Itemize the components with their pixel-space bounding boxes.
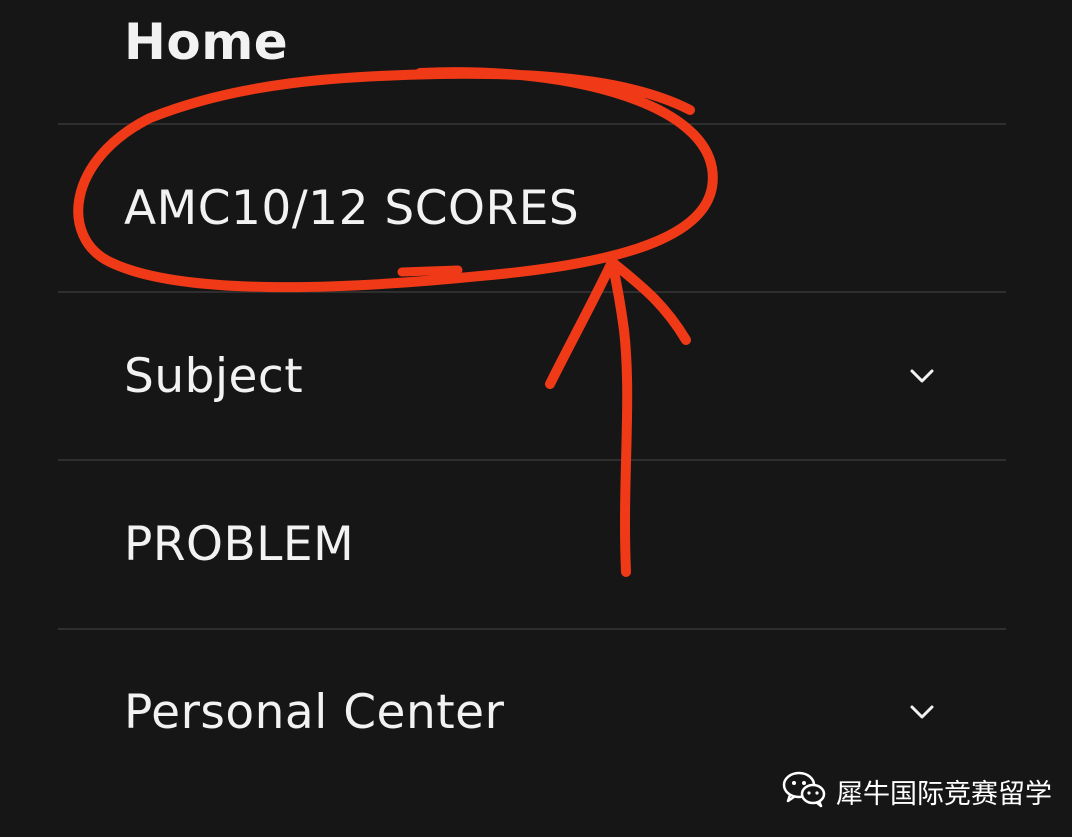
navigation-menu: Home AMC10/12 SCORES Subject PROBLEM Per… <box>58 0 1006 837</box>
wechat-icon <box>782 770 826 812</box>
menu-item-label: Subject <box>124 348 304 404</box>
menu-item-label: PROBLEM <box>124 516 355 572</box>
watermark: 犀牛国际竞赛留学 <box>782 766 1052 816</box>
menu-item-problem[interactable]: PROBLEM <box>58 460 1006 628</box>
watermark-text: 犀牛国际竞赛留学 <box>836 778 1052 810</box>
menu-item-amc-scores[interactable]: AMC10/12 SCORES <box>58 124 1006 292</box>
menu-item-label: Personal Center <box>124 684 505 740</box>
menu-item-label: Home <box>124 13 289 71</box>
chevron-down-icon[interactable] <box>908 698 936 726</box>
chevron-down-icon[interactable] <box>908 362 936 390</box>
menu-item-label: AMC10/12 SCORES <box>124 180 580 236</box>
menu-item-home[interactable]: Home <box>58 0 1006 84</box>
menu-item-subject[interactable]: Subject <box>58 292 1006 460</box>
